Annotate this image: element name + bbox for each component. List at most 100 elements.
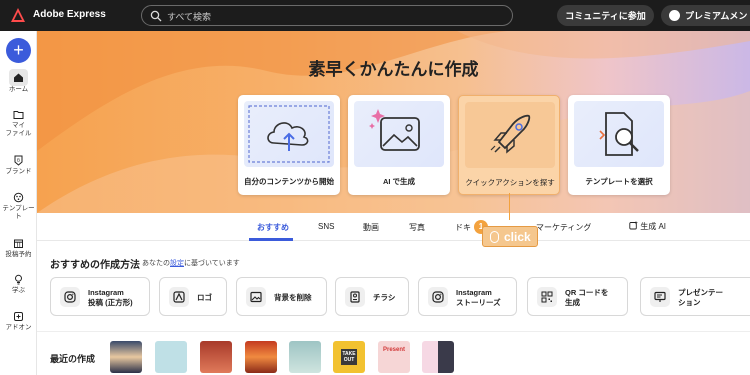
folder-icon (13, 111, 24, 119)
sidebar-item-learn[interactable]: 学ぶ (0, 274, 37, 295)
presentation-icon (650, 287, 670, 307)
search-input[interactable]: すべて検索 (141, 5, 513, 26)
recent-thumbnail[interactable] (155, 341, 187, 373)
card-ai-art (354, 101, 444, 167)
qa-line1: QR コードを (565, 288, 609, 297)
quick-action-logo[interactable]: ロゴ (159, 277, 227, 316)
home-icon-wrap (9, 69, 28, 86)
template-search-icon (599, 112, 639, 156)
recommended-title: おすすめの作成方法 (50, 260, 140, 271)
qa-line1: プレゼンテー (678, 288, 723, 297)
card-upload[interactable]: 自分のコンテンツから開始 (238, 95, 340, 195)
quick-action-instagram-stories[interactable]: Instagram ストーリーズ (418, 277, 517, 316)
recent-panel: 最近の作成 TAKE OUT Present (37, 331, 750, 375)
quick-action-label: QR コードを 生成 (565, 288, 608, 308)
search-placeholder: すべて検索 (167, 12, 212, 22)
tab-marketing[interactable]: マーケティング (536, 222, 591, 233)
card-quick-actions-art (465, 102, 555, 168)
mouse-icon (490, 230, 499, 243)
qa-flyer-label: チラシ (373, 293, 396, 302)
tab-sns[interactable]: SNS (318, 222, 334, 231)
qa-line2: ション (678, 298, 701, 307)
click-callout: click (482, 226, 538, 247)
calendar-icon (14, 239, 23, 248)
instagram-icon (60, 287, 80, 307)
recommended-subtitle: あなたの設定に基づいています (142, 258, 240, 268)
sidebar-label-addons: アドオン (5, 324, 32, 331)
premium-icon (669, 10, 680, 21)
click-text: click (504, 229, 531, 244)
quick-action-flyer[interactable]: チラシ (335, 277, 409, 316)
tab-generative-ai-label: 生成 AI (640, 222, 667, 231)
card-ai-generate[interactable]: AI で生成 (348, 95, 450, 195)
quick-action-qr-code[interactable]: QR コードを 生成 (527, 277, 628, 316)
recent-thumbnail[interactable]: TAKE OUT (333, 341, 365, 373)
sidebar-item-brand[interactable]: B ブランド (0, 155, 37, 176)
sidebar-label-learn: 学ぶ (12, 287, 25, 294)
search-icon (150, 10, 162, 22)
premium-button[interactable]: プレミアムメン (661, 5, 750, 26)
card-quick-actions[interactable]: クイックアクションを探す (458, 95, 560, 195)
create-plus-button[interactable]: + (6, 38, 31, 63)
cloud-upload-icon (248, 105, 330, 163)
quick-action-instagram-post[interactable]: Instagram 投稿 (正方形) (50, 277, 150, 316)
quick-action-label: プレゼンテー ション (678, 288, 723, 308)
addon-icon (14, 312, 23, 321)
card-ai-label: AI で生成 (382, 177, 416, 186)
community-button[interactable]: コミュニティに参加 (557, 5, 654, 26)
tab-recommended[interactable]: おすすめ (257, 222, 289, 233)
sidebar-label-files: マイ ファイル (5, 122, 32, 137)
qr-code-icon (537, 287, 557, 307)
generative-ai-icon (629, 221, 638, 230)
card-templates[interactable]: テンプレートを選択 (568, 95, 670, 195)
sidebar-item-files[interactable]: マイ ファイル (0, 109, 37, 138)
template-icon (13, 192, 24, 203)
sidebar-item-schedule[interactable]: 投稿予約 (0, 238, 37, 259)
sidebar-item-templates[interactable]: テンプレー ト (0, 192, 37, 221)
recommended-subtitle-pre: あなたの (142, 260, 170, 267)
quick-action-remove-background[interactable]: 背景を削除 (236, 277, 327, 316)
thumb-present-text: Present (382, 347, 405, 353)
recent-thumbnail[interactable] (245, 341, 277, 373)
ai-image-icon (369, 109, 420, 151)
premium-label: プレミアムメン (685, 11, 748, 21)
recent-title: 最近の作成 (50, 354, 96, 364)
sidebar-label-home: ホーム (8, 86, 29, 93)
tab-generative-ai[interactable]: 生成 AI (629, 221, 666, 232)
recent-thumbnail[interactable] (422, 341, 454, 373)
remove-background-icon (246, 287, 266, 307)
hero-banner: 素早くかんたんに作成 自分のコンテンツから開始 AI で生成 クイックアクション… (37, 31, 750, 213)
tab-video[interactable]: 動画 (363, 222, 379, 233)
sidebar-item-addons[interactable]: アドオン (0, 311, 37, 332)
instagram-icon (428, 287, 448, 307)
qa-line2: ストーリーズ (456, 298, 501, 307)
app-name: Adobe Express (33, 9, 106, 20)
logo-icon (169, 287, 189, 307)
adobe-express-logo-icon[interactable] (10, 7, 26, 23)
svg-text:B: B (17, 157, 20, 162)
flyer-icon (345, 287, 365, 307)
recent-thumbnail[interactable] (289, 341, 321, 373)
sidebar-item-home[interactable]: ホーム (0, 69, 37, 94)
qa-line2: 投稿 (正方形) (88, 298, 133, 307)
hero-title: 素早くかんたんに作成 (308, 60, 479, 79)
recent-thumbnail[interactable] (110, 341, 142, 373)
tab-document[interactable]: ドキ (455, 222, 471, 233)
recent-thumbnail[interactable] (200, 341, 232, 373)
main-content: 素早くかんたんに作成 自分のコンテンツから開始 AI で生成 クイックアクション… (37, 31, 750, 375)
sidebar-label-brand: ブランド (5, 168, 32, 175)
recent-thumbnail[interactable]: Present (378, 341, 410, 373)
brand-icon: B (14, 155, 23, 166)
settings-link[interactable]: 設定 (170, 260, 184, 267)
quick-action-presentation[interactable]: プレゼンテー ション (640, 277, 750, 316)
qa-logo-label: ロゴ (197, 293, 212, 302)
quick-action-label: Instagram 投稿 (正方形) (88, 288, 133, 308)
rocket-icon (490, 114, 531, 154)
qa-remove-bg-label: 背景を削除 (274, 293, 312, 302)
category-tabs: おすすめ SNS 動画 写真 ドキ マーケティング 生成 AI (37, 213, 750, 241)
home-icon (14, 73, 23, 82)
qa-line1: Instagram (456, 288, 492, 297)
callout-line (509, 193, 510, 220)
tab-photo[interactable]: 写真 (409, 222, 425, 233)
top-bar: Adobe Express すべて検索 コミュニティに参加 プレミアムメン (0, 0, 750, 31)
